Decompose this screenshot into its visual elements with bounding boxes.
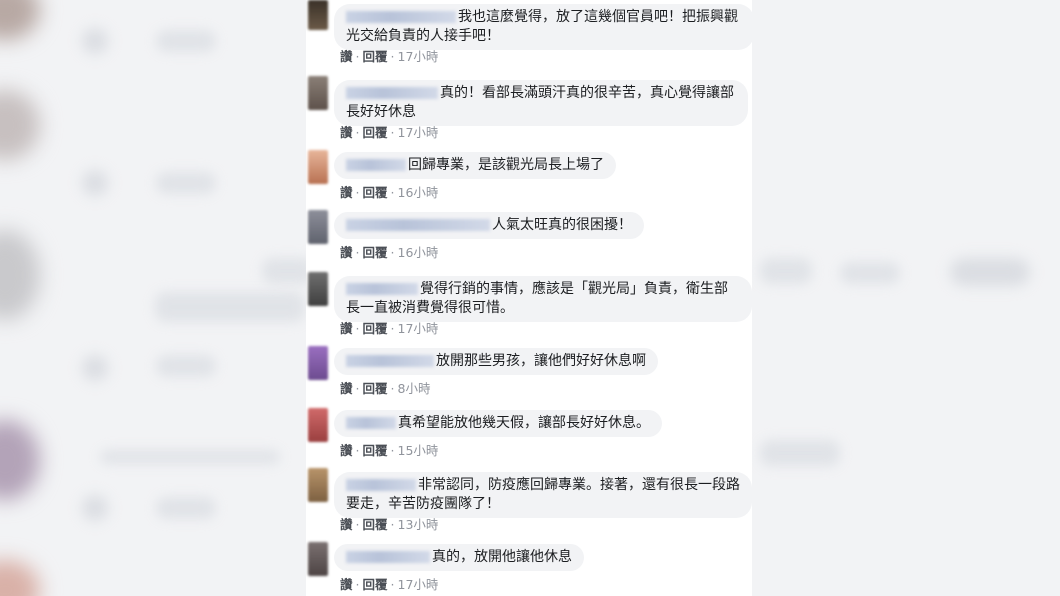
comment-text: 真的，放開他讓他休息 [432, 549, 572, 565]
avatar[interactable] [308, 346, 328, 380]
comment-actions: 讚 · 回覆 · 16小時 [340, 185, 439, 200]
avatar[interactable] [308, 272, 328, 306]
comment-actions: 讚 · 回覆 · 8小時 [340, 381, 431, 396]
comment-timestamp[interactable]: 17小時 [398, 321, 439, 336]
comment-bubble: 回歸專業，是該觀光局長上場了 [334, 152, 616, 179]
comment-bubble: 真的！看部長滿頭汗真的很辛苦，真心覺得讓部長好好休息 [334, 80, 748, 126]
comment-timestamp[interactable]: 16小時 [398, 185, 439, 200]
comment-text: 放開那些男孩，讓他們好好休息啊 [436, 353, 646, 369]
comment-timestamp[interactable]: 17小時 [398, 49, 439, 64]
like-button[interactable]: 讚 [340, 185, 353, 200]
reply-button[interactable]: 回覆 [363, 245, 388, 260]
reply-button[interactable]: 回覆 [363, 125, 388, 140]
comment-timestamp[interactable]: 15小時 [398, 443, 439, 458]
like-button[interactable]: 讚 [340, 49, 353, 64]
avatar[interactable] [308, 408, 328, 442]
like-button[interactable]: 讚 [340, 381, 353, 396]
comment-bubble: 非常認同，防疫應回歸專業。接著，還有很長一段路要走，辛苦防疫團隊了！ [334, 472, 752, 518]
comment-bubble: 人氣太旺真的很困擾！ [334, 212, 644, 239]
comment-timestamp[interactable]: 13小時 [398, 517, 439, 532]
comment-text: 人氣太旺真的很困擾！ [492, 217, 632, 233]
reply-button[interactable]: 回覆 [363, 443, 388, 458]
comment-actions: 讚 · 回覆 · 16小時 [340, 245, 439, 260]
commenter-name[interactable] [346, 11, 456, 23]
comment-actions: 讚 · 回覆 · 17小時 [340, 577, 439, 592]
avatar[interactable] [308, 0, 328, 30]
avatar[interactable] [308, 210, 328, 244]
reply-button[interactable]: 回覆 [363, 321, 388, 336]
comment-timestamp[interactable]: 16小時 [398, 245, 439, 260]
reply-button[interactable]: 回覆 [363, 577, 388, 592]
comment-timestamp[interactable]: 8小時 [398, 381, 431, 396]
comment-actions: 讚 · 回覆 · 17小時 [340, 125, 439, 140]
comment-bubble: 真的，放開他讓他休息 [334, 544, 584, 571]
commenter-name[interactable] [346, 355, 434, 367]
comment-actions: 讚 · 回覆 · 13小時 [340, 517, 439, 532]
like-button[interactable]: 讚 [340, 577, 353, 592]
reply-button[interactable]: 回覆 [363, 49, 388, 64]
like-button[interactable]: 讚 [340, 321, 353, 336]
commenter-name[interactable] [346, 219, 490, 231]
comment-bubble: 覺得行銷的事情，應該是「觀光局」負責，衛生部長一直被消費覺得很可惜。 [334, 276, 752, 322]
comment-bubble: 真希望能放他幾天假，讓部長好好休息。 [334, 410, 662, 437]
reply-button[interactable]: 回覆 [363, 185, 388, 200]
avatar[interactable] [308, 542, 328, 576]
comment-text: 真希望能放他幾天假，讓部長好好休息。 [398, 415, 650, 431]
avatar[interactable] [308, 150, 328, 184]
like-button[interactable]: 讚 [340, 517, 353, 532]
comment-bubble: 放開那些男孩，讓他們好好休息啊 [334, 348, 658, 375]
commenter-name[interactable] [346, 479, 416, 491]
like-button[interactable]: 讚 [340, 245, 353, 260]
reply-button[interactable]: 回覆 [363, 517, 388, 532]
commenter-name[interactable] [346, 283, 418, 295]
commenter-name[interactable] [346, 159, 406, 171]
avatar[interactable] [308, 76, 328, 110]
comment-timestamp[interactable]: 17小時 [398, 125, 439, 140]
avatar[interactable] [308, 468, 328, 502]
like-button[interactable]: 讚 [340, 125, 353, 140]
like-button[interactable]: 讚 [340, 443, 353, 458]
commenter-name[interactable] [346, 551, 430, 563]
comment-actions: 讚 · 回覆 · 17小時 [340, 321, 439, 336]
commenter-name[interactable] [346, 87, 438, 99]
comment-text: 回歸專業，是該觀光局長上場了 [408, 157, 604, 173]
commenter-name[interactable] [346, 417, 396, 429]
comment-timestamp[interactable]: 17小時 [398, 577, 439, 592]
comment-actions: 讚 · 回覆 · 17小時 [340, 49, 439, 64]
comment-list: 我也這麼覺得，放了這幾個官員吧！把振興觀光交給負責的人接手吧！ 讚 · 回覆 · 17小… [306, 0, 752, 596]
comment-actions: 讚 · 回覆 · 15小時 [340, 443, 439, 458]
comment-bubble: 我也這麼覺得，放了這幾個官員吧！把振興觀光交給負責的人接手吧！ [334, 4, 752, 50]
reply-button[interactable]: 回覆 [363, 381, 388, 396]
